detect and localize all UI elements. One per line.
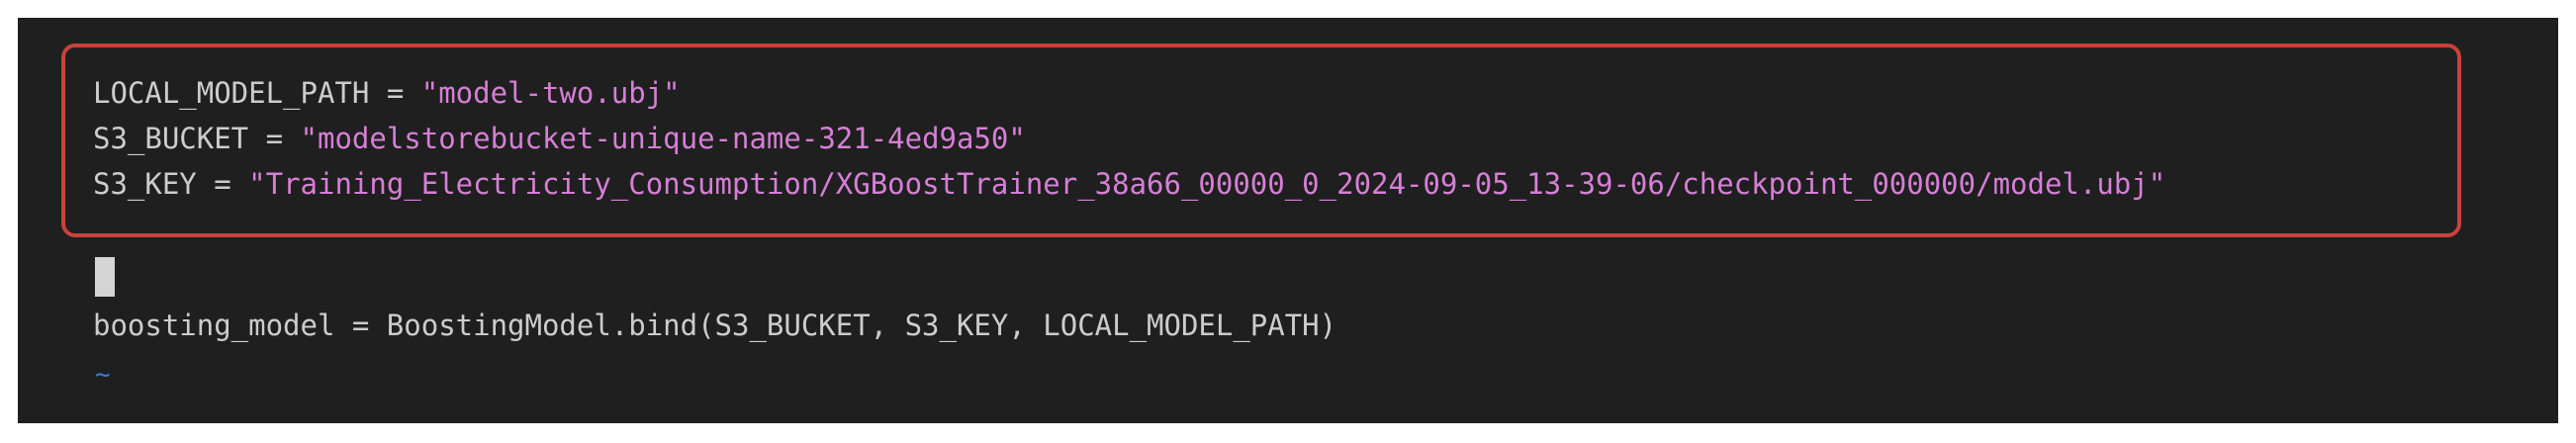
assign-operator: =: [196, 167, 249, 201]
code-line-s3-key[interactable]: S3_KEY = "Training_Electricity_Consumpti…: [93, 161, 2165, 207]
assign-operator: =: [369, 76, 421, 110]
terminal-editor[interactable]: LOCAL_MODEL_PATH = "model-two.ubj" S3_BU…: [18, 18, 2558, 423]
string-literal: "modelstorebucket-unique-name-321-4ed9a5…: [300, 122, 1026, 155]
code-line-boosting-model[interactable]: boosting_model = BoostingModel.bind(S3_B…: [93, 303, 1336, 348]
string-literal: "model-two.ubj": [420, 76, 681, 110]
code-line-s3-bucket[interactable]: S3_BUCKET = "modelstorebucket-unique-nam…: [93, 116, 1026, 161]
variable-name: LOCAL_MODEL_PATH: [93, 76, 370, 110]
code-line-local-model-path[interactable]: LOCAL_MODEL_PATH = "model-two.ubj": [93, 70, 681, 116]
empty-line-marker: ~: [95, 360, 111, 390]
string-literal: "Training_Electricity_Consumption/XGBoos…: [248, 167, 2166, 201]
variable-name: S3_KEY: [93, 167, 197, 201]
text-cursor: [95, 257, 115, 297]
variable-name: S3_BUCKET: [93, 122, 249, 155]
assign-operator: =: [248, 122, 301, 155]
